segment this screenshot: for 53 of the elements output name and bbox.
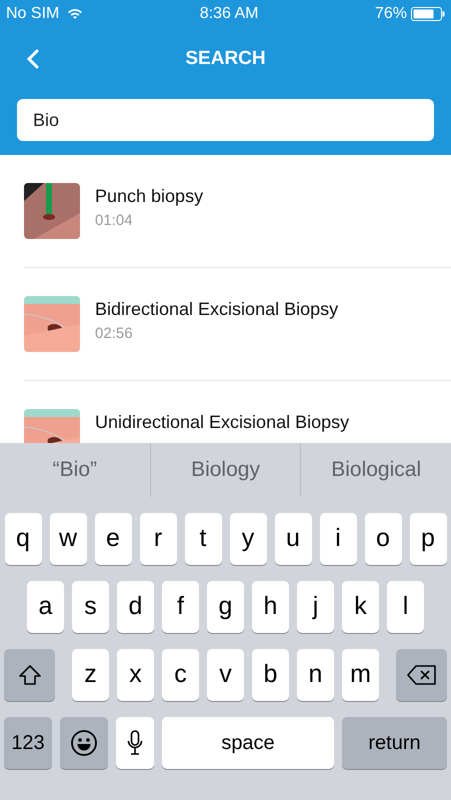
letter-key[interactable]: e — [94, 513, 132, 565]
wifi-icon — [67, 8, 84, 20]
letter-key[interactable]: h — [252, 581, 289, 633]
letter-key[interactable]: y — [230, 513, 266, 565]
letter-key[interactable]: z — [72, 649, 109, 701]
letter-key[interactable]: g — [207, 581, 244, 633]
letter-key[interactable]: w — [50, 513, 86, 565]
letter-key[interactable]: f — [162, 581, 199, 633]
letter-key[interactable]: s — [72, 581, 109, 633]
video-title[interactable]: Punch biopsy — [95, 183, 204, 210]
clock-text: 8:36 AM — [200, 4, 258, 24]
battery-icon — [410, 7, 445, 21]
video-title[interactable]: Bidirectional Excisional Biopsy — [95, 296, 338, 323]
letter-key[interactable]: c — [162, 649, 199, 701]
search-field[interactable]: Bio — [17, 99, 434, 141]
letter-key[interactable]: x — [117, 649, 154, 701]
back-icon[interactable] — [26, 49, 40, 69]
letter-key[interactable]: d — [117, 581, 154, 633]
letter-key[interactable]: p — [410, 513, 446, 565]
letter-key[interactable]: n — [297, 649, 334, 701]
letter-key[interactable]: l — [387, 581, 424, 633]
suggestion[interactable]: Biological — [300, 443, 451, 497]
dictation-key[interactable] — [116, 717, 154, 769]
delete-key[interactable] — [396, 649, 447, 701]
letter-key[interactable]: m — [342, 649, 379, 701]
backspace-icon — [406, 665, 436, 685]
letter-key[interactable]: v — [207, 649, 244, 701]
video-duration: 02:56 — [95, 324, 134, 344]
suggestion[interactable]: Biology — [150, 443, 300, 497]
numbers-key[interactable]: 123 — [4, 717, 52, 769]
letter-key[interactable]: q — [4, 513, 42, 565]
video-duration: 01:04 — [95, 211, 134, 231]
letter-key[interactable]: k — [342, 581, 379, 633]
letter-key[interactable]: r — [140, 513, 176, 565]
microphone-icon — [127, 730, 143, 756]
suggestion[interactable]: “Bio” — [0, 443, 150, 497]
shift-key[interactable] — [4, 649, 55, 701]
screen-title: SEARCH — [185, 46, 266, 71]
shift-icon — [18, 664, 42, 686]
carrier-text: No SIM — [6, 4, 60, 24]
emoji-icon — [70, 729, 98, 757]
letter-key[interactable]: t — [184, 513, 222, 565]
space-key[interactable]: space — [162, 717, 334, 769]
return-key[interactable]: return — [342, 717, 447, 769]
letter-key[interactable]: u — [274, 513, 312, 565]
letter-key[interactable]: a — [27, 581, 64, 633]
letter-key[interactable]: b — [252, 649, 289, 701]
letter-key[interactable]: o — [364, 513, 402, 565]
emoji-key[interactable] — [60, 717, 108, 769]
letter-key[interactable]: i — [320, 513, 356, 565]
video-title[interactable]: Unidirectional Excisional Biopsy — [95, 409, 350, 436]
battery-percent: 76% — [374, 4, 407, 24]
letter-key[interactable]: j — [297, 581, 334, 633]
